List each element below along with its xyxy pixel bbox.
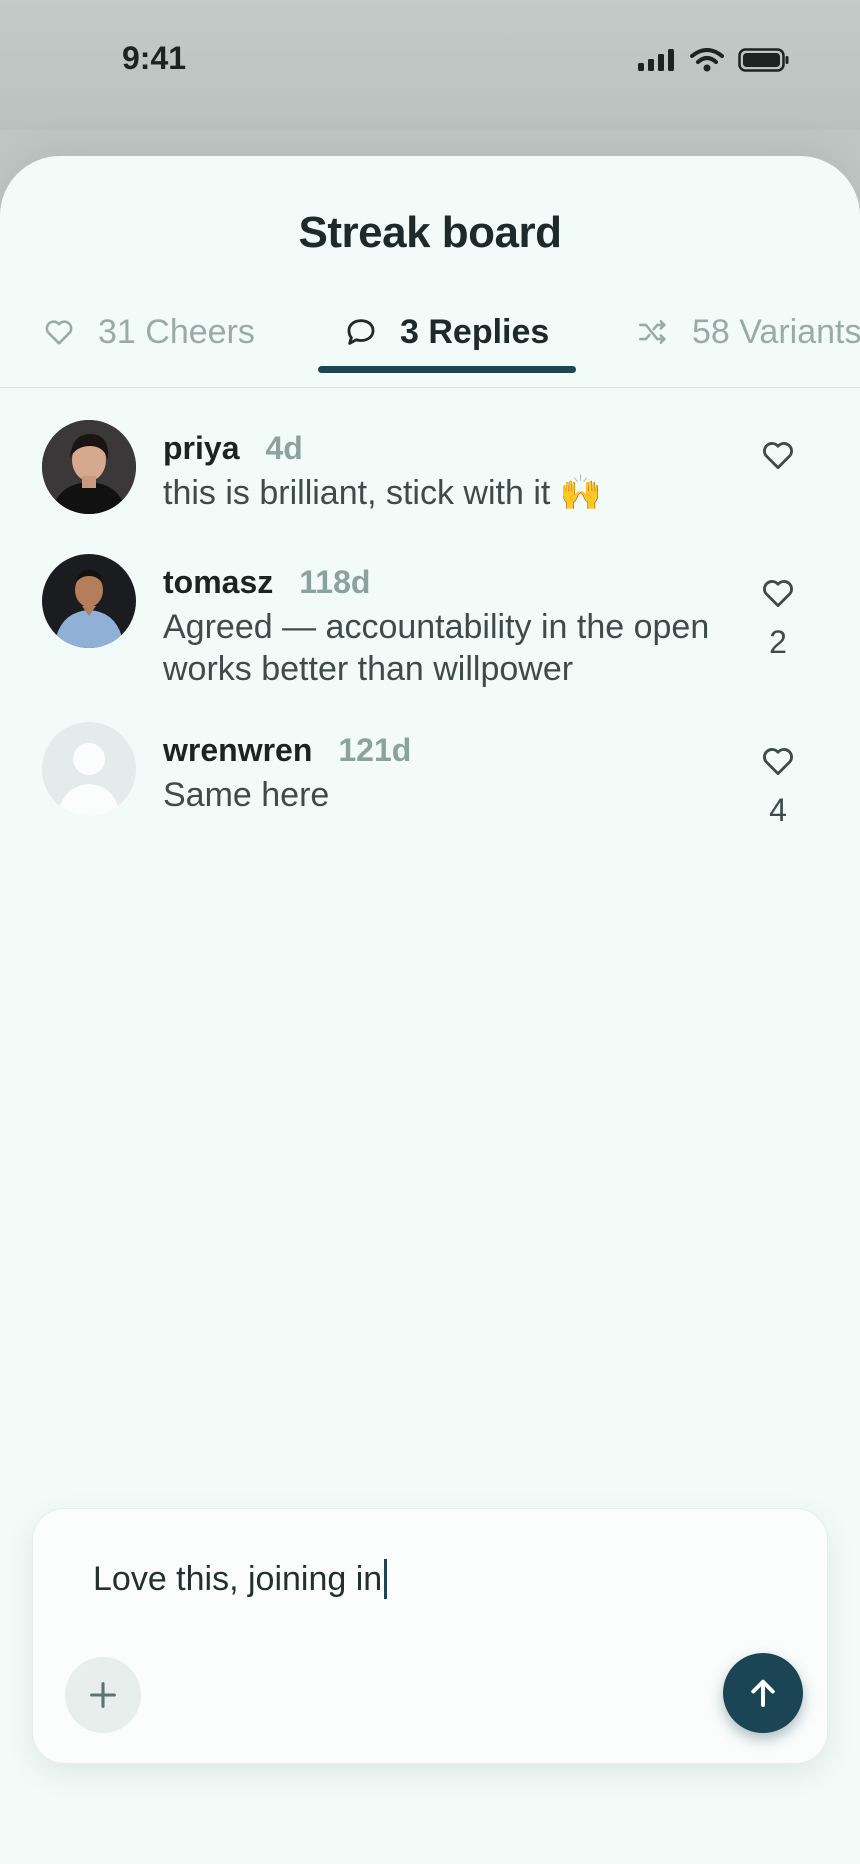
avatar-placeholder[interactable] (42, 722, 136, 816)
text-caret (384, 1559, 388, 1599)
reply-header: priya 4d (163, 430, 303, 467)
reply-age: 4d (265, 430, 303, 466)
heart-icon (763, 442, 793, 470)
status-bar: 9:41 (0, 0, 860, 130)
tab-replies-label: 3 Replies (400, 312, 550, 351)
reply-author[interactable]: wrenwren (163, 732, 312, 769)
tab-variants[interactable]: 58 Variants (636, 276, 860, 387)
signal-icon (638, 49, 674, 71)
heart-icon (42, 315, 76, 349)
arrow-up-icon (751, 1679, 775, 1707)
like-count: 2 (769, 624, 787, 660)
reply-author[interactable]: tomasz (163, 564, 273, 601)
shuffle-icon (636, 315, 670, 349)
tab-cheers[interactable]: 31 Cheers (42, 276, 255, 387)
battery-icon (738, 48, 789, 72)
comment-icon (344, 315, 378, 349)
reply-input-value: Love this, joining in (93, 1559, 383, 1598)
avatar[interactable] (42, 554, 136, 648)
reply-header: wrenwren 121d (163, 732, 411, 769)
heart-icon (763, 748, 793, 776)
tab-variants-label: 58 Variants (692, 312, 860, 351)
reply-text: this is brilliant, stick with it 🙌 (163, 474, 603, 512)
heart-icon (763, 580, 793, 608)
reply-composer: Love this, joining in (32, 1508, 828, 1764)
reply-text: Agreed — accountability in the open work… (163, 608, 710, 688)
reply-header: tomasz 118d (163, 564, 370, 601)
like-count: 4 (769, 792, 787, 828)
reply-age: 121d (338, 732, 412, 768)
active-tab-indicator (318, 366, 576, 373)
sheet-title: Streak board (298, 208, 562, 257)
reply-age: 118d (299, 564, 371, 600)
like-button[interactable] (748, 436, 808, 486)
like-button[interactable]: 2 (748, 574, 808, 661)
reply-text: Same here (163, 776, 330, 814)
tab-cheers-label: 31 Cheers (98, 312, 255, 351)
reply-author[interactable]: priya (163, 430, 239, 467)
wifi-icon (690, 48, 724, 72)
status-time: 9:41 (122, 40, 187, 76)
send-button[interactable] (723, 1653, 803, 1733)
like-button[interactable]: 4 (748, 742, 808, 829)
avatar[interactable] (42, 420, 136, 514)
plus-icon (90, 1682, 116, 1708)
add-attachment-button[interactable] (65, 1657, 141, 1733)
reply-input[interactable]: Love this, joining in (93, 1559, 733, 1599)
status-icons (638, 48, 790, 72)
